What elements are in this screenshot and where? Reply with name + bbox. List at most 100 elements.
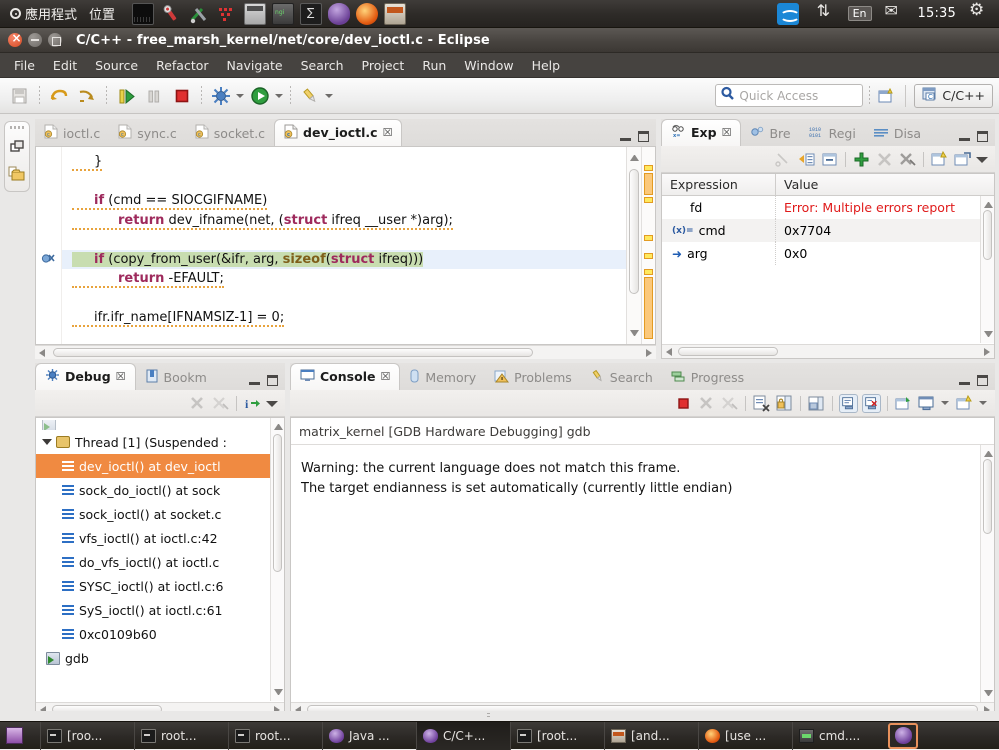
archive-launcher-icon[interactable] bbox=[384, 3, 406, 25]
step-info-icon[interactable]: i bbox=[243, 394, 262, 413]
overview-marker[interactable] bbox=[644, 253, 653, 259]
menu-edit[interactable]: Edit bbox=[45, 55, 85, 76]
console-vertical-scrollbar[interactable] bbox=[980, 445, 994, 702]
editor-tab-dev-ioctl[interactable]: c dev_ioctl.c ☒ bbox=[274, 119, 402, 146]
list-item-frame[interactable]: SyS_ioctl() at ioctl.c:61 bbox=[36, 598, 284, 622]
scroll-up-arrow-icon[interactable] bbox=[984, 448, 993, 457]
column-header-value[interactable]: Value bbox=[776, 174, 994, 195]
editor-tab-sync[interactable]: c sync.c bbox=[109, 121, 186, 146]
editor-gutter[interactable] bbox=[36, 147, 62, 344]
maximize-part-button[interactable] bbox=[977, 375, 988, 386]
code-area[interactable]: } if (cmd == SIOCGIFNAME) return dev_ifn… bbox=[62, 147, 626, 344]
list-item-frame[interactable]: do_vfs_ioctl() at ioctl.c bbox=[36, 550, 284, 574]
shell-launcher-icon[interactable] bbox=[300, 3, 322, 25]
scroll-down-arrow-icon[interactable] bbox=[984, 331, 993, 340]
open-console-icon[interactable] bbox=[955, 394, 974, 413]
expressions-vertical-scrollbar[interactable] bbox=[980, 196, 994, 343]
tab-disassembly[interactable]: Disa bbox=[865, 121, 930, 146]
list-item-process[interactable]: gdb bbox=[36, 646, 284, 670]
overview-marker[interactable] bbox=[644, 173, 653, 195]
new-watchlist-icon[interactable] bbox=[930, 150, 949, 169]
scroll-up-arrow-icon[interactable] bbox=[274, 421, 283, 430]
maximize-part-button[interactable] bbox=[977, 131, 988, 142]
scroll-lock-icon[interactable] bbox=[775, 394, 794, 413]
tab-registers[interactable]: 10100101 Regi bbox=[800, 121, 865, 146]
view-menu-icon[interactable] bbox=[266, 397, 279, 410]
menu-refactor[interactable]: Refactor bbox=[148, 55, 216, 76]
view-menu-icon[interactable] bbox=[976, 153, 989, 166]
close-button[interactable] bbox=[8, 33, 22, 47]
collapse-all-icon[interactable] bbox=[820, 150, 839, 169]
firefox-launcher-icon[interactable] bbox=[356, 3, 378, 25]
terminate-icon[interactable] bbox=[170, 84, 194, 108]
fast-view-grip[interactable] bbox=[10, 126, 24, 129]
clear-console-icon[interactable] bbox=[752, 394, 771, 413]
tab-breakpoints[interactable]: Bre bbox=[741, 121, 799, 146]
scroll-down-arrow-icon[interactable] bbox=[630, 330, 639, 339]
menu-run[interactable]: Run bbox=[414, 55, 454, 76]
display-selected-dropdown-arrow-icon[interactable] bbox=[940, 392, 951, 414]
menu-window[interactable]: Window bbox=[456, 55, 521, 76]
overview-marker[interactable] bbox=[644, 197, 653, 203]
scrollbar-thumb[interactable] bbox=[983, 210, 992, 260]
resume-icon[interactable] bbox=[114, 84, 138, 108]
scroll-down-arrow-icon[interactable] bbox=[984, 690, 993, 699]
list-item-frame[interactable]: SYSC_ioctl() at ioctl.c:6 bbox=[36, 574, 284, 598]
debug-icon[interactable] bbox=[209, 84, 233, 108]
tab-problems[interactable]: Problems bbox=[485, 365, 581, 390]
remove-all-terminated-icon[interactable] bbox=[211, 394, 230, 413]
list-item-thread[interactable]: Thread [1] (Suspended : bbox=[36, 430, 284, 454]
table-row[interactable]: fd Error: Multiple errors report bbox=[662, 196, 994, 219]
debug-dropdown-arrow-icon[interactable] bbox=[235, 85, 246, 107]
editor-overview-ruler[interactable] bbox=[641, 147, 655, 344]
export-icon[interactable] bbox=[953, 150, 972, 169]
scroll-down-arrow-icon[interactable] bbox=[274, 689, 283, 698]
show-console-on-output-icon[interactable] bbox=[839, 394, 858, 413]
sash-grip[interactable] bbox=[487, 713, 490, 719]
menu-source[interactable]: Source bbox=[87, 55, 146, 76]
overview-marker[interactable] bbox=[644, 269, 653, 275]
quick-access-input[interactable]: Quick Access bbox=[715, 84, 863, 107]
table-row[interactable]: (x)= cmd 0x7704 bbox=[662, 219, 994, 242]
menu-file[interactable]: File bbox=[6, 55, 43, 76]
maximize-button[interactable] bbox=[48, 33, 62, 47]
menu-navigate[interactable]: Navigate bbox=[219, 55, 291, 76]
breakpoint-skip-icon[interactable] bbox=[41, 250, 55, 262]
task-button[interactable]: [and... bbox=[604, 722, 698, 750]
scroll-up-arrow-icon[interactable] bbox=[630, 152, 639, 161]
restore-icon[interactable] bbox=[8, 139, 26, 157]
tab-expressions[interactable]: x= Exp ☒ bbox=[661, 119, 741, 146]
editor-tab-socket[interactable]: c socket.c bbox=[186, 121, 274, 146]
disconnect-icon[interactable] bbox=[188, 394, 207, 413]
menu-project[interactable]: Project bbox=[354, 55, 413, 76]
places-menu[interactable]: 位置 bbox=[83, 1, 121, 26]
terminal-launcher-icon[interactable] bbox=[132, 3, 154, 25]
task-button[interactable]: root... bbox=[134, 722, 228, 750]
close-icon[interactable]: ☒ bbox=[383, 126, 393, 139]
language-indicator[interactable]: En bbox=[848, 6, 872, 21]
eclipse-launcher-icon[interactable] bbox=[328, 3, 350, 25]
convert-icon[interactable] bbox=[797, 150, 816, 169]
menu-help[interactable]: Help bbox=[524, 55, 569, 76]
task-button-active[interactable]: C/C+... bbox=[416, 722, 510, 750]
gear-icon[interactable] bbox=[968, 3, 990, 25]
task-button[interactable]: cmd.... bbox=[792, 722, 886, 750]
tab-memory[interactable]: Memory bbox=[400, 365, 485, 390]
minimize-part-button[interactable] bbox=[959, 376, 970, 386]
pin-console-icon[interactable] bbox=[894, 394, 913, 413]
scrollbar-thumb[interactable] bbox=[983, 459, 992, 534]
editor-vertical-scrollbar[interactable] bbox=[626, 147, 641, 344]
red-tools-launcher-icon[interactable] bbox=[216, 3, 238, 25]
teamviewer-icon[interactable] bbox=[777, 3, 799, 25]
close-icon[interactable]: ☒ bbox=[380, 370, 390, 383]
task-button[interactable]: [root... bbox=[510, 722, 604, 750]
suspend-icon[interactable] bbox=[142, 84, 166, 108]
minimize-button[interactable] bbox=[28, 33, 42, 47]
scroll-left-arrow-icon[interactable] bbox=[666, 348, 672, 356]
task-button[interactable]: root... bbox=[228, 722, 322, 750]
scrollbar-thumb[interactable] bbox=[53, 348, 533, 357]
list-item-frame[interactable]: vfs_ioctl() at ioctl.c:42 bbox=[36, 526, 284, 550]
list-item-frame[interactable]: sock_ioctl() at socket.c bbox=[36, 502, 284, 526]
run-icon[interactable] bbox=[248, 84, 272, 108]
list-item-frame-selected[interactable]: dev_ioctl() at dev_ioctl bbox=[36, 454, 284, 478]
